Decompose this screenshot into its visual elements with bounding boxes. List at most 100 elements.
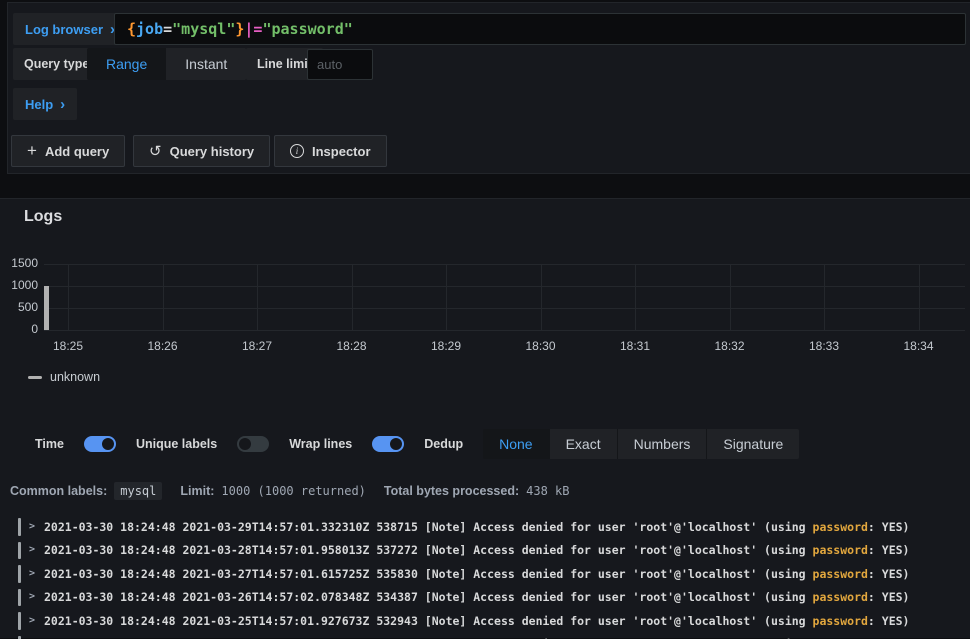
- dedup-option-none[interactable]: None: [483, 429, 548, 459]
- time-label: Time: [35, 437, 64, 451]
- log-rows: >2021-03-30 18:24:48 2021-03-29T14:57:01…: [0, 515, 970, 639]
- chart-legend: unknown: [28, 370, 100, 384]
- x-tick-label: 18:32: [710, 339, 750, 353]
- add-query-label: Add query: [45, 144, 109, 159]
- log-level-bar: [18, 542, 21, 560]
- chart-gridline: [68, 264, 69, 330]
- log-meta-bar: Common labels: mysql Limit: 1000 (1000 r…: [10, 482, 588, 500]
- y-tick-label: 1500: [0, 256, 38, 271]
- query-token: "password": [262, 20, 352, 38]
- chart-gridline: [44, 286, 965, 287]
- time-toggle[interactable]: [84, 436, 116, 452]
- dedup-group: NoneExactNumbersSignature: [483, 429, 799, 459]
- wrap-lines-toggle[interactable]: [372, 436, 404, 452]
- chart-gridline: [446, 264, 447, 330]
- info-icon: i: [290, 144, 304, 158]
- history-icon: ↺: [149, 144, 162, 159]
- y-axis-labels: 050010001500: [0, 264, 38, 330]
- dedup-option-signature[interactable]: Signature: [706, 429, 799, 459]
- inspector-button[interactable]: i Inspector: [274, 135, 387, 167]
- help-button[interactable]: Help ›: [13, 88, 77, 120]
- query-input[interactable]: {job="mysql"}|="password": [114, 13, 966, 45]
- query-expression: {job="mysql"}|="password": [127, 20, 353, 38]
- x-axis-labels: 18:2518:2618:2718:2818:2918:3018:3118:32…: [0, 339, 970, 355]
- x-tick-label: 18:29: [426, 339, 466, 353]
- chart-gridline: [352, 264, 353, 330]
- expand-caret-icon[interactable]: >: [29, 591, 35, 602]
- log-browser-button[interactable]: Log browser ›: [13, 13, 127, 45]
- query-type-instant-button[interactable]: Instant: [166, 48, 246, 80]
- logs-panel: Logs 050010001500 18:2518:2618:2718:2818…: [0, 198, 970, 638]
- log-browser-label: Log browser: [25, 22, 103, 37]
- log-line-text: 2021-03-30 18:24:48 2021-03-25T14:57:01.…: [44, 614, 909, 628]
- dedup-option-numbers[interactable]: Numbers: [617, 429, 707, 459]
- x-tick-label: 18:31: [615, 339, 655, 353]
- x-tick-label: 18:30: [521, 339, 561, 353]
- line-limit-input[interactable]: [307, 49, 373, 80]
- expand-caret-icon[interactable]: >: [29, 544, 35, 555]
- query-token: "mysql": [172, 20, 235, 38]
- log-level-bar: [18, 612, 21, 630]
- add-query-button[interactable]: + Add query: [11, 135, 125, 167]
- toggle-knob: [390, 438, 402, 450]
- panel-title: Logs: [24, 208, 62, 226]
- chart-gridline: [44, 330, 965, 331]
- log-row[interactable]: >2021-03-30 18:24:48 2021-03-24T14:57:01…: [0, 633, 970, 639]
- chart-plot: [44, 264, 965, 330]
- chart-gridline: [635, 264, 636, 330]
- legend-series-marker: [28, 376, 42, 379]
- chart-gridline: [541, 264, 542, 330]
- toggle-knob: [239, 438, 251, 450]
- limit-value: 1000 (1000 returned): [221, 484, 366, 498]
- dedup-label: Dedup: [424, 437, 463, 451]
- log-level-bar: [18, 589, 21, 607]
- query-editor-card: Log browser › {job="mysql"}|="password" …: [7, 2, 970, 174]
- toggle-knob: [102, 438, 114, 450]
- y-tick-label: 1000: [0, 278, 38, 293]
- wrap-lines-label: Wrap lines: [289, 437, 352, 451]
- expand-caret-icon[interactable]: >: [29, 568, 35, 579]
- chart-gridline: [257, 264, 258, 330]
- query-token: job: [136, 20, 163, 38]
- expand-caret-icon[interactable]: >: [29, 521, 35, 532]
- common-labels-label: Common labels:: [10, 484, 107, 498]
- log-line-text: 2021-03-30 18:24:48 2021-03-26T14:57:02.…: [44, 590, 909, 604]
- query-type-range-button[interactable]: Range: [87, 48, 166, 80]
- plus-icon: +: [27, 142, 37, 159]
- log-level-bar: [18, 636, 21, 639]
- unique-labels-toggle[interactable]: [237, 436, 269, 452]
- dedup-option-exact[interactable]: Exact: [549, 429, 617, 459]
- query-history-button[interactable]: ↺ Query history: [133, 135, 270, 167]
- query-token: =: [163, 20, 172, 38]
- chart-gridline: [919, 264, 920, 330]
- x-tick-label: 18:34: [899, 339, 939, 353]
- log-line-text: 2021-03-30 18:24:48 2021-03-27T14:57:01.…: [44, 567, 909, 581]
- inspector-label: Inspector: [312, 144, 371, 159]
- search-match-highlight: password: [813, 590, 868, 604]
- log-row[interactable]: >2021-03-30 18:24:48 2021-03-27T14:57:01…: [0, 562, 970, 586]
- log-level-bar: [18, 518, 21, 536]
- chart-gridline: [163, 264, 164, 330]
- x-tick-label: 18:33: [804, 339, 844, 353]
- query-history-label: Query history: [170, 144, 255, 159]
- bytes-processed-value: 438 kB: [526, 484, 569, 498]
- expand-caret-icon[interactable]: >: [29, 615, 35, 626]
- log-line-text: 2021-03-30 18:24:48 2021-03-29T14:57:01.…: [44, 520, 909, 534]
- unique-labels-label: Unique labels: [136, 437, 217, 451]
- chart-gridline: [44, 264, 965, 265]
- search-match-highlight: password: [813, 614, 868, 628]
- query-token: {: [127, 20, 136, 38]
- chart-gridline: [44, 308, 965, 309]
- log-volume-bar[interactable]: [44, 286, 49, 330]
- log-row[interactable]: >2021-03-30 18:24:48 2021-03-29T14:57:01…: [0, 515, 970, 539]
- x-tick-label: 18:26: [143, 339, 183, 353]
- log-row[interactable]: >2021-03-30 18:24:48 2021-03-28T14:57:01…: [0, 539, 970, 563]
- x-tick-label: 18:25: [48, 339, 88, 353]
- log-row[interactable]: >2021-03-30 18:24:48 2021-03-26T14:57:02…: [0, 586, 970, 610]
- log-row[interactable]: >2021-03-30 18:24:48 2021-03-25T14:57:01…: [0, 609, 970, 633]
- common-labels-value: mysql: [114, 482, 162, 500]
- chart-gridline: [730, 264, 731, 330]
- legend-series-label[interactable]: unknown: [50, 370, 100, 384]
- log-options-bar: Time Unique labels Wrap lines Dedup None…: [35, 429, 799, 459]
- chart-gridline: [824, 264, 825, 330]
